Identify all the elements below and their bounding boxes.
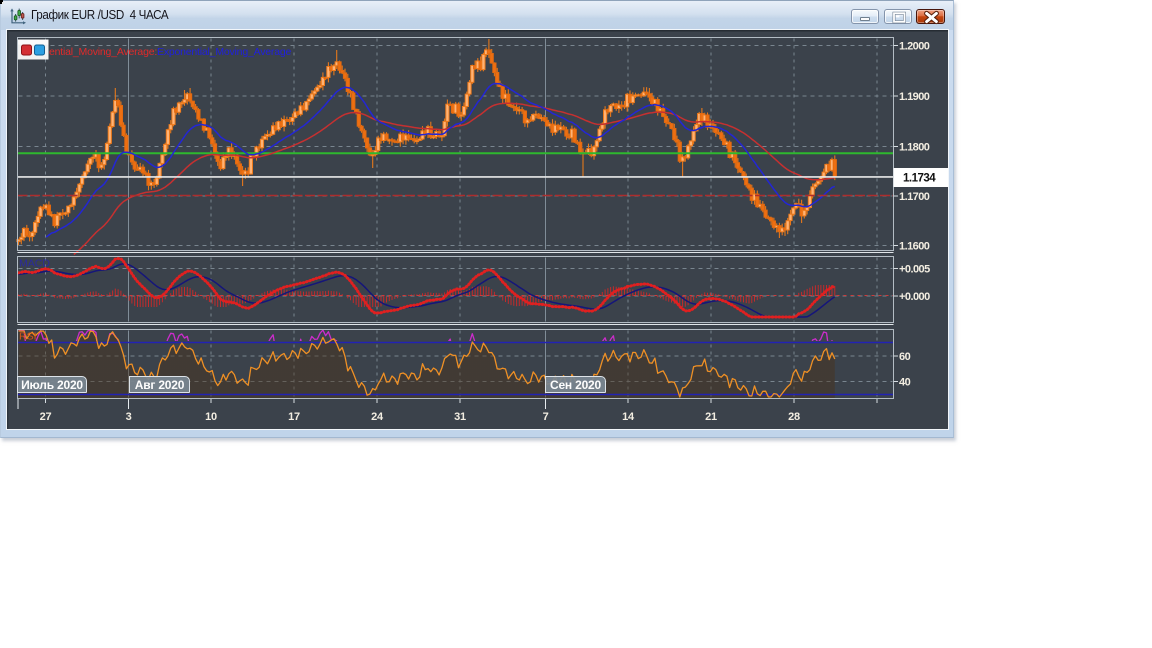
svg-text:31: 31 <box>454 411 466 423</box>
svg-text:1.1900: 1.1900 <box>899 91 930 103</box>
svg-text:28: 28 <box>788 411 800 423</box>
svg-text:ential_Moving_Average:: ential_Moving_Average: <box>49 46 157 58</box>
svg-text:40: 40 <box>899 376 911 388</box>
svg-text:21: 21 <box>705 411 717 423</box>
svg-text:1.1700: 1.1700 <box>899 191 930 203</box>
svg-text:3: 3 <box>126 411 132 423</box>
svg-text:+0.005: +0.005 <box>899 263 930 275</box>
svg-text:60: 60 <box>899 351 911 363</box>
svg-text:17: 17 <box>288 411 300 423</box>
svg-text:1.1800: 1.1800 <box>899 141 930 153</box>
svg-text:24: 24 <box>371 411 384 423</box>
svg-text:MACD: MACD <box>19 258 50 270</box>
svg-text:Exponential_Moving_Average: Exponential_Moving_Average <box>157 46 291 58</box>
svg-text:1.1600: 1.1600 <box>899 240 930 252</box>
svg-text:1.2000: 1.2000 <box>899 40 930 52</box>
svg-text:1.1734: 1.1734 <box>903 173 936 185</box>
svg-text:27: 27 <box>40 411 52 423</box>
svg-text:7: 7 <box>543 411 549 423</box>
svg-text:RSI: RSI <box>19 331 37 343</box>
svg-text:10: 10 <box>205 411 217 423</box>
svg-text:14: 14 <box>622 411 635 423</box>
svg-text:+0.000: +0.000 <box>899 291 930 303</box>
